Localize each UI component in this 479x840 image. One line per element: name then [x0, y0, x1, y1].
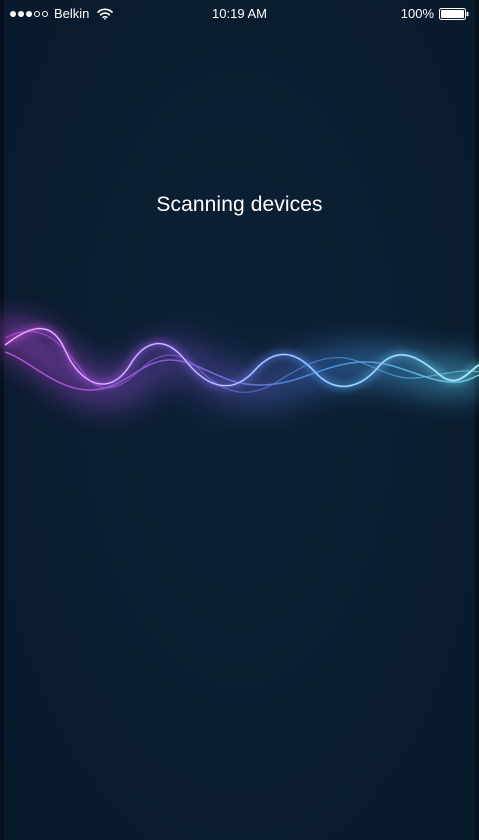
waveform-graphic: [0, 317, 479, 410]
battery-percent: 100%: [400, 6, 434, 21]
status-right: 100%: [401, 6, 469, 21]
battery-icon: [439, 7, 469, 20]
voice-waveform: [0, 290, 479, 440]
page-title: Scanning devices: [156, 193, 323, 216]
scanning-screen: Belkin 10:19 AM 100% Scanning devices: [0, 0, 479, 840]
status-bar: Belkin 10:19 AM 100%: [0, 0, 479, 28]
